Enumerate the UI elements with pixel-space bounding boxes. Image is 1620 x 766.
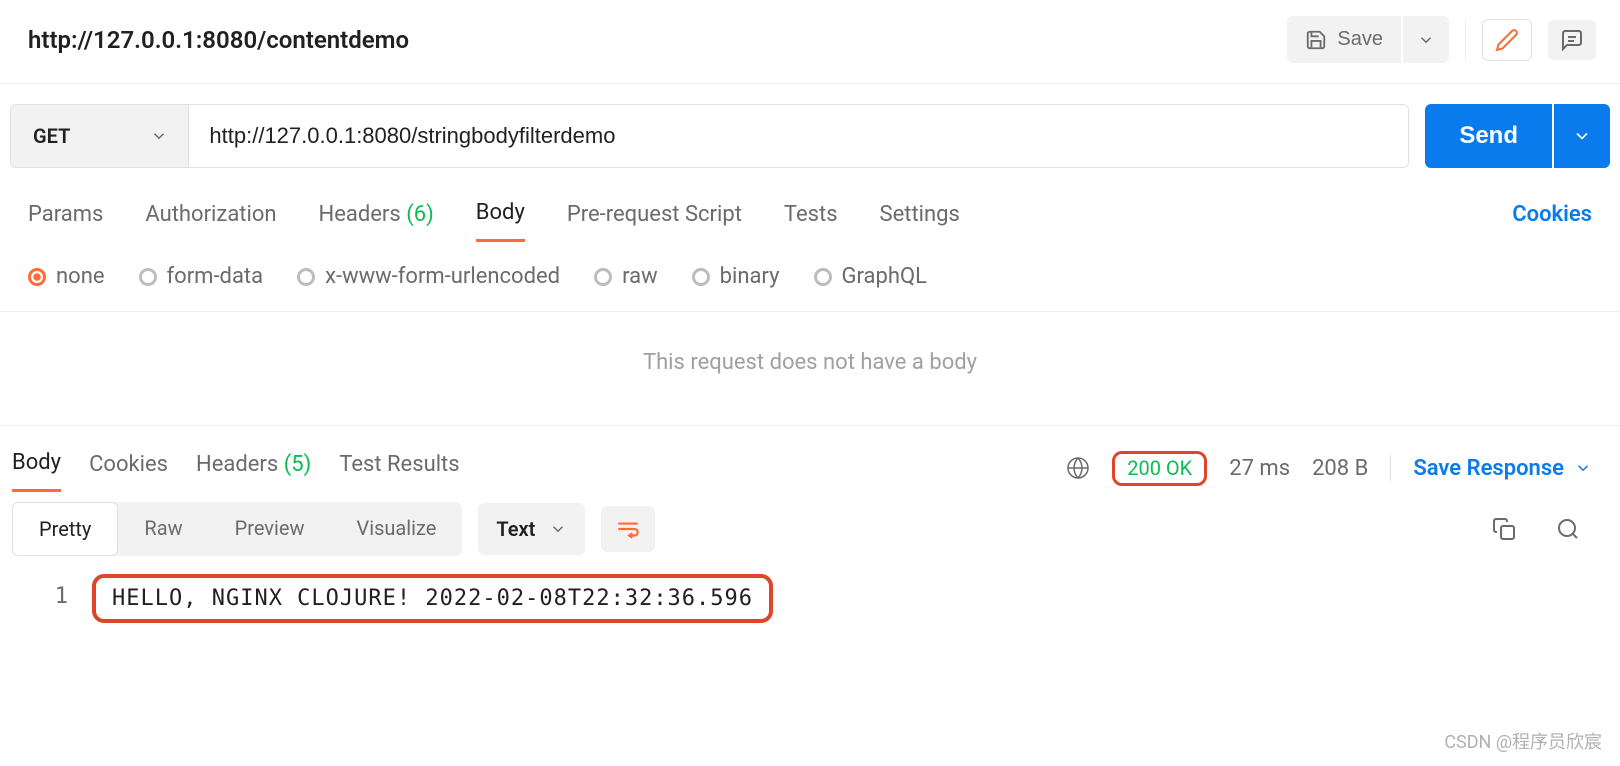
response-status: 200 OK [1121,454,1198,482]
watermark: CSDN @程序员欣宸 [1444,728,1602,754]
view-raw[interactable]: Raw [118,502,208,556]
no-body-message: This request does not have a body [0,311,1620,426]
pencil-icon [1495,28,1519,52]
tab-settings[interactable]: Settings [880,196,960,241]
resp-tab-headers-label: Headers [196,452,278,477]
page-title: http://127.0.0.1:8080/contentdemo [28,26,409,54]
view-preview[interactable]: Preview [209,502,331,556]
response-time: 27 ms [1229,456,1290,481]
resp-tab-body[interactable]: Body [12,444,61,492]
comment-button[interactable] [1548,20,1596,60]
body-type-none[interactable]: none [28,264,105,289]
tab-params[interactable]: Params [28,196,103,241]
search-button[interactable] [1544,509,1592,549]
save-response-label: Save Response [1413,456,1564,481]
save-label: Save [1337,28,1383,51]
globe-icon[interactable] [1066,456,1090,480]
search-icon [1556,517,1580,541]
edit-button[interactable] [1482,19,1532,61]
view-pretty[interactable]: Pretty [12,502,118,556]
radio-label: form-data [167,264,264,289]
response-size: 208 B [1312,456,1368,481]
response-body-text: HELLO, NGINX CLOJURE! 2022-02-08T22:32:3… [92,574,773,623]
copy-button[interactable] [1480,509,1528,549]
chevron-down-icon [549,520,567,538]
line-number: 1 [12,574,92,619]
method-select[interactable]: GET [11,105,189,167]
save-button[interactable]: Save [1287,16,1401,63]
body-type-xwww[interactable]: x-www-form-urlencoded [297,264,560,289]
tab-headers-label: Headers [319,202,401,227]
chevron-down-icon [1572,126,1592,146]
chevron-down-icon [1574,459,1592,477]
radio-label: binary [720,264,780,289]
url-input[interactable] [189,105,1408,167]
wrap-lines-button[interactable] [601,506,655,552]
radio-label: none [56,264,105,289]
body-type-formdata[interactable]: form-data [139,264,264,289]
chevron-down-icon [1417,31,1435,49]
resp-tab-headers-count: (5) [284,452,312,477]
method-label: GET [33,124,70,148]
divider [1390,455,1391,481]
save-response-button[interactable]: Save Response [1413,456,1592,481]
format-select[interactable]: Text [478,503,585,555]
body-type-binary[interactable]: binary [692,264,780,289]
copy-icon [1492,517,1516,541]
radio-label: GraphQL [842,264,927,289]
wrap-icon [615,516,641,542]
cookies-link[interactable]: Cookies [1512,196,1592,241]
radio-label: x-www-form-urlencoded [325,264,560,289]
tab-authorization[interactable]: Authorization [145,196,276,241]
resp-tab-testresults[interactable]: Test Results [339,446,459,491]
body-type-raw[interactable]: raw [594,264,658,289]
tab-prerequest[interactable]: Pre-request Script [567,196,742,241]
tab-body[interactable]: Body [476,194,525,242]
send-button[interactable]: Send [1425,104,1552,168]
tab-headers[interactable]: Headers (6) [319,196,434,241]
resp-tab-cookies[interactable]: Cookies [89,446,168,491]
body-type-graphql[interactable]: GraphQL [814,264,927,289]
save-icon [1305,29,1327,51]
format-label: Text [496,517,535,541]
send-dropdown[interactable] [1554,104,1610,168]
view-visualize[interactable]: Visualize [330,502,462,556]
resp-tab-headers[interactable]: Headers (5) [196,446,311,491]
radio-label: raw [622,264,658,289]
comment-icon [1560,28,1584,52]
tab-headers-count: (6) [406,202,434,227]
tab-tests[interactable]: Tests [784,196,838,241]
save-dropdown[interactable] [1403,16,1449,63]
chevron-down-icon [150,127,168,145]
divider [1465,20,1466,60]
